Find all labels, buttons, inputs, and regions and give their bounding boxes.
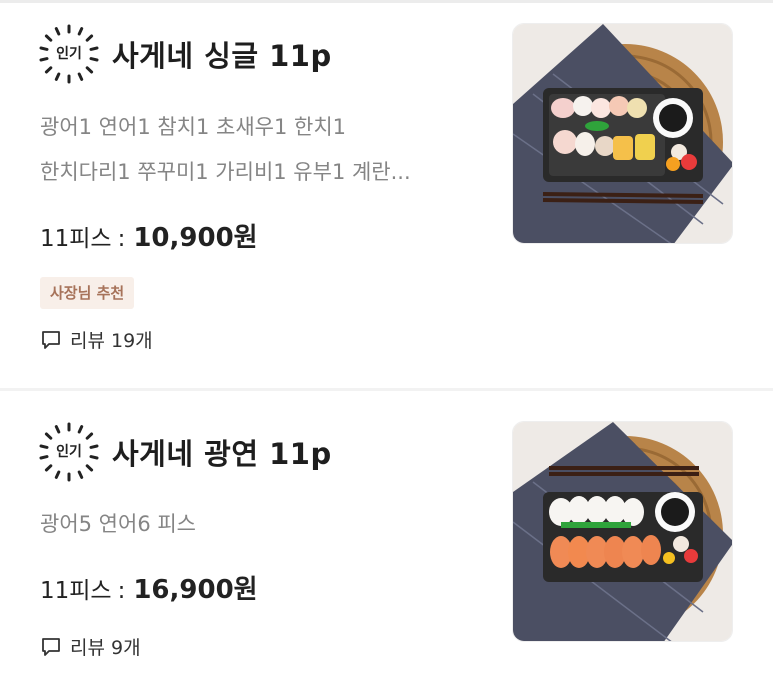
menu-item-card[interactable]: 인기 사게네 광연 11p 광어5 연어6 피스 11피스:16,900원 리뷰… [0, 391, 773, 687]
price-separator: : [117, 578, 126, 604]
review-count-link[interactable]: 리뷰 19개 [40, 326, 153, 353]
menu-item-title-row: 인기 사게네 광연 11p [36, 419, 332, 485]
owner-recommend-tag: 사장님 추천 [40, 277, 135, 309]
piece-count: 11피스 [40, 226, 112, 252]
speech-bubble-icon [42, 330, 60, 349]
badge-label: 인기 [56, 444, 82, 460]
menu-item-description-line: 광어1 연어1 참치1 초새우1 한치1 [40, 115, 347, 139]
piece-count: 11피스 [40, 578, 112, 604]
popular-badge: 인기 [36, 21, 102, 87]
menu-item-description-line: 한치다리1 쭈꾸미1 가리비1 유부1 계란... [40, 160, 411, 184]
menu-item-title: 사게네 광연 11p [112, 437, 332, 471]
menu-item-price: 11피스:10,900원 [40, 217, 258, 254]
review-count-text: 리뷰 19개 [70, 330, 153, 352]
price-amount: 16,900원 [133, 575, 258, 605]
price-separator: : [117, 226, 126, 252]
menu-item-price: 11피스:16,900원 [40, 569, 258, 606]
menu-item-title-row: 인기 사게네 싱글 11p [36, 21, 332, 87]
price-amount: 10,900원 [133, 223, 258, 253]
review-count-link[interactable]: 리뷰 9개 [40, 633, 141, 660]
menu-item-card[interactable]: 인기 사게네 싱글 11p 광어1 연어1 참치1 초새우1 한치1 한치다리1… [0, 3, 773, 388]
popular-badge: 인기 [36, 419, 102, 485]
speech-bubble-icon [42, 637, 60, 656]
menu-item-description-line: 광어5 연어6 피스 [40, 512, 196, 536]
menu-item-photo[interactable] [512, 23, 733, 244]
salmon-sushi-platter-image [513, 422, 732, 641]
menu-item-photo[interactable] [512, 421, 733, 642]
sushi-platter-image [513, 24, 732, 243]
menu-item-title: 사게네 싱글 11p [112, 39, 332, 73]
badge-label: 인기 [56, 46, 82, 62]
review-count-text: 리뷰 9개 [70, 637, 141, 659]
